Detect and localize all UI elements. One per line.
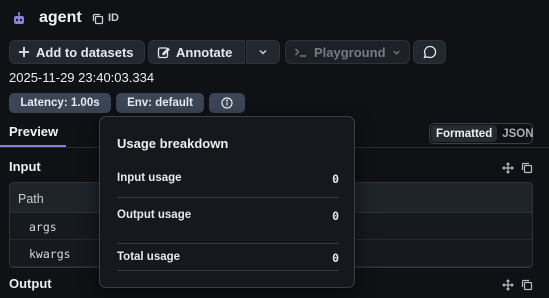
add-to-datasets-label: Add to datasets [36,44,134,60]
terminal-icon [295,48,306,57]
json-toggle[interactable]: JSON [497,128,533,140]
annotate-label: Annotate [176,44,233,60]
output-usage-label: Output usage [117,209,192,221]
popover-divider [117,270,339,271]
input-section-label: Input [9,159,41,174]
comment-button[interactable] [413,40,446,64]
row-path: kwargs [29,247,71,261]
popover-title: Usage breakdown [117,136,229,151]
row-path: args [29,220,57,234]
output-usage-row: Output usage 0 [117,209,339,223]
add-to-datasets-button[interactable]: Add to datasets [9,40,145,64]
popover-divider [117,197,339,198]
view-mode-toggle: Formatted JSON [429,123,534,144]
copy-icon[interactable] [92,13,104,25]
copy-icon[interactable] [521,279,533,291]
total-usage-row: Total usage 0 [117,251,339,265]
edit-icon [157,46,170,58]
env-badge: Env: default [116,93,204,113]
total-usage-value: 0 [332,251,339,265]
output-usage-value: 0 [332,209,339,223]
annotate-button[interactable]: Annotate [148,40,245,64]
input-usage-value: 0 [332,172,339,186]
total-usage-label: Total usage [117,251,181,263]
input-usage-row: Input usage 0 [117,172,339,186]
page-title: agent [39,9,82,26]
chevron-down-icon [259,49,267,55]
usage-info-button[interactable] [209,93,245,113]
chevron-down-icon [392,50,400,55]
chat-icon [423,45,436,59]
move-icon[interactable] [502,162,514,174]
annotate-dropdown-button[interactable] [246,40,280,64]
copy-icon[interactable] [521,162,533,174]
output-section-label: Output [9,276,52,291]
latency-badge: Latency: 1.00s [9,93,111,113]
usage-breakdown-popover: Usage breakdown Input usage 0 Output usa… [99,116,355,288]
formatted-toggle[interactable]: Formatted [431,125,498,142]
popover-divider [117,243,339,244]
id-label[interactable]: ID [108,12,119,24]
move-icon[interactable] [502,279,514,291]
playground-button[interactable]: Playground [285,40,410,64]
run-timestamp: 2025-11-29 23:40:03.334 [9,70,155,85]
playground-label: Playground [314,44,386,60]
tab-preview[interactable]: Preview [9,124,58,139]
input-usage-label: Input usage [117,172,182,184]
info-icon [221,97,233,109]
robot-icon [14,12,24,24]
plus-icon [19,47,29,57]
path-column-header: Path [18,192,44,206]
